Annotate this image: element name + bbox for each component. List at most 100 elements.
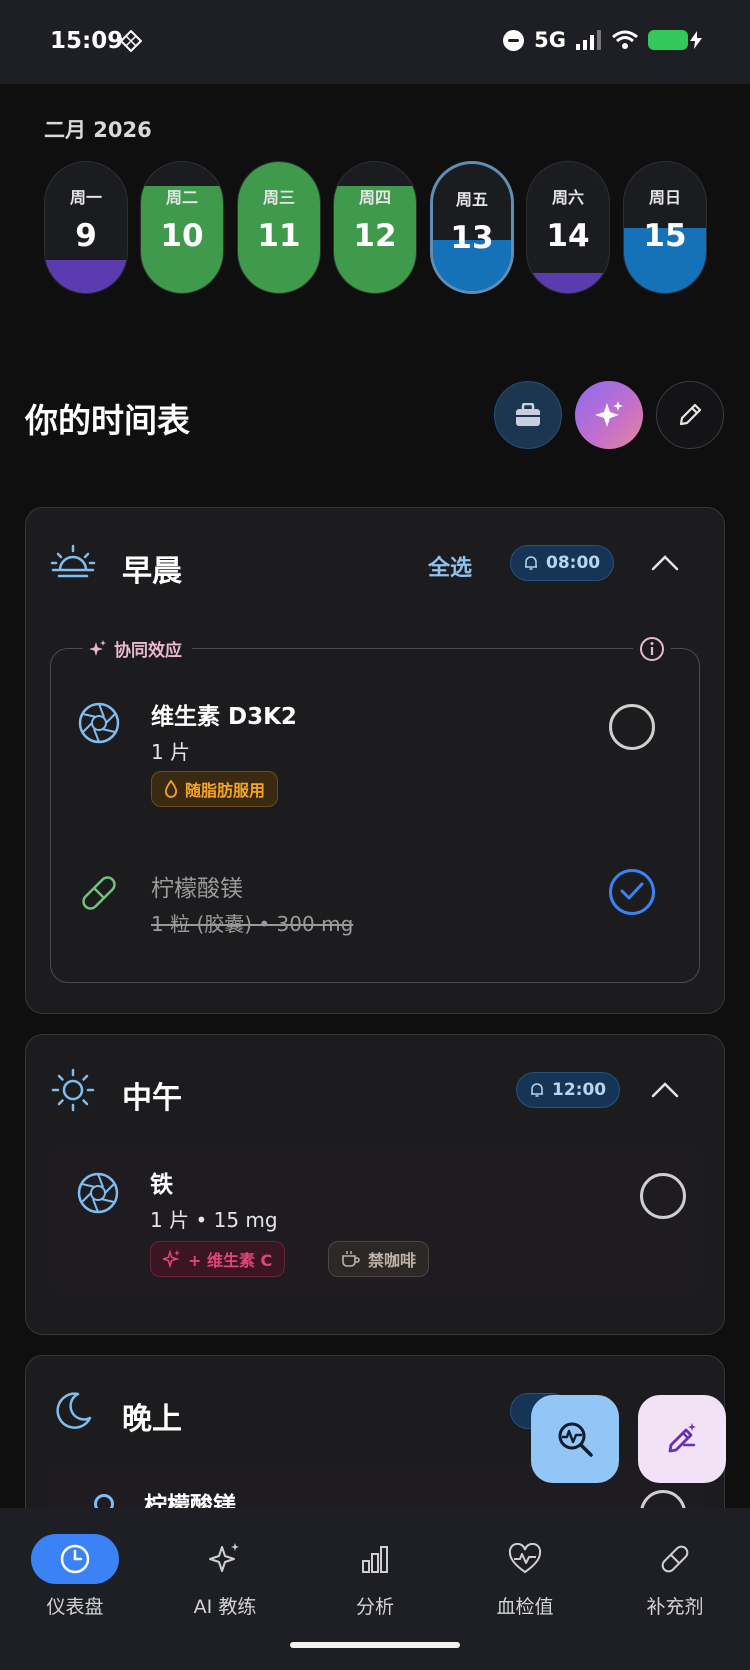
day-progress-fill bbox=[527, 273, 609, 293]
evening-header[interactable]: 晚上 bbox=[26, 1356, 724, 1466]
aperture-icon bbox=[78, 702, 120, 744]
day-number: 10 bbox=[160, 218, 204, 254]
day-pill-wed[interactable]: 周三 11 bbox=[237, 161, 321, 294]
supplement-name: 维生素 D3K2 bbox=[151, 704, 297, 730]
day-pill-sat[interactable]: 周六 14 bbox=[526, 161, 610, 294]
shopping-bag-icon bbox=[516, 403, 540, 426]
supplement-item[interactable]: 维生素 D3K2 1 片 随脂肪服用 bbox=[51, 649, 699, 819]
heart-pulse-icon bbox=[508, 1543, 542, 1574]
day-pill-tue[interactable]: 周二 10 bbox=[140, 161, 224, 294]
supplement-item[interactable]: 柠檬酸镁 1 粒 (胶囊) • 300 mg bbox=[51, 844, 699, 974]
pill-icon bbox=[661, 1545, 689, 1573]
supplement-name: 柠檬酸镁 bbox=[151, 876, 243, 902]
supplement-item[interactable]: 铁 1 片 • 15 mg + 维生素 C 禁咖啡 bbox=[50, 1145, 700, 1293]
ai-edit-fab[interactable] bbox=[638, 1395, 726, 1483]
day-name: 周六 bbox=[551, 188, 584, 207]
day-number: 14 bbox=[546, 218, 590, 254]
nav-ai-coach[interactable]: AI 教练 bbox=[150, 1526, 300, 1618]
nav-label: 分析 bbox=[355, 1596, 394, 1618]
supplement-dose: 1 片 • 15 mg bbox=[150, 1208, 278, 1232]
magic-pencil-icon bbox=[668, 1423, 696, 1453]
alarm-badge[interactable]: 08:00 bbox=[510, 545, 615, 581]
alarm-time: 08:00 bbox=[546, 553, 601, 573]
clock-icon bbox=[60, 1544, 90, 1574]
nav-blood-tests[interactable]: 血检值 bbox=[450, 1526, 600, 1618]
day-name: 周五 bbox=[455, 190, 488, 209]
sun-icon bbox=[51, 1068, 95, 1112]
day-pill-thu[interactable]: 周四 12 bbox=[333, 161, 417, 294]
nav-icon-wrap bbox=[481, 1534, 569, 1584]
morning-card: 早晨 全选 08:00 协同效应 维生素 D3K2 1 片 随脂肪服用 柠檬酸镁… bbox=[25, 507, 725, 1014]
ai-suggest-button[interactable] bbox=[575, 381, 643, 449]
day-name: 周四 bbox=[358, 188, 391, 207]
home-indicator bbox=[290, 1642, 460, 1648]
take-checkbox-checked[interactable] bbox=[609, 869, 655, 915]
chevron-up-icon[interactable] bbox=[650, 1079, 680, 1099]
search-pulse-icon bbox=[558, 1422, 593, 1457]
nav-icon-wrap bbox=[631, 1534, 719, 1584]
sparkles-icon bbox=[595, 401, 623, 427]
day-pill-fri[interactable]: 周五 13 bbox=[430, 161, 514, 294]
charging-icon bbox=[690, 31, 702, 49]
with-fat-tag: 随脂肪服用 bbox=[151, 771, 279, 807]
nav-analysis[interactable]: 分析 bbox=[300, 1526, 450, 1618]
day-pill-mon[interactable]: 周一 9 bbox=[44, 161, 128, 294]
edit-schedule-button[interactable] bbox=[656, 381, 724, 449]
supplement-name: 铁 bbox=[150, 1172, 173, 1198]
sunrise-icon bbox=[50, 544, 96, 578]
no-coffee-tag: 禁咖啡 bbox=[328, 1241, 430, 1277]
noon-header[interactable]: 中午 12:00 bbox=[26, 1035, 724, 1145]
day-name: 周日 bbox=[648, 188, 681, 207]
nav-icon-wrap bbox=[31, 1534, 119, 1584]
nav-label: 补充剂 bbox=[646, 1596, 704, 1618]
day-progress-fill bbox=[45, 260, 127, 293]
select-all-button[interactable]: 全选 bbox=[428, 550, 472, 582]
pencil-icon bbox=[679, 403, 702, 426]
aperture-icon bbox=[77, 1172, 119, 1214]
period-label: 中午 bbox=[122, 1081, 182, 1116]
shop-button[interactable] bbox=[494, 381, 562, 449]
day-name: 周三 bbox=[262, 188, 295, 207]
morning-header[interactable]: 早晨 全选 08:00 bbox=[26, 508, 724, 618]
battery-icon bbox=[648, 30, 688, 50]
bell-icon bbox=[525, 556, 537, 570]
day-number: 15 bbox=[643, 218, 687, 254]
nav-label: 仪表盘 bbox=[46, 1596, 104, 1618]
nav-dashboard[interactable]: 仪表盘 bbox=[0, 1526, 150, 1618]
wifi-icon bbox=[612, 30, 638, 49]
do-not-disturb-icon bbox=[503, 29, 525, 51]
bar-chart-icon bbox=[362, 1546, 388, 1573]
drop-icon bbox=[164, 780, 178, 798]
network-type: 5G bbox=[534, 28, 566, 52]
month-label: 二月 2026 bbox=[44, 118, 152, 142]
period-label: 早晨 bbox=[122, 554, 182, 589]
take-checkbox[interactable] bbox=[640, 1173, 686, 1219]
coffee-cup-icon bbox=[342, 1251, 360, 1267]
day-name: 周一 bbox=[69, 188, 102, 207]
week-strip: 周一 9 周二 10 周三 11 周四 12 周五 13 周六 14 周日 15 bbox=[44, 161, 708, 296]
alarm-time: 12:00 bbox=[552, 1080, 607, 1100]
tag-label: + 维生素 C bbox=[188, 1251, 273, 1270]
chevron-up-icon[interactable] bbox=[650, 552, 680, 572]
supplement-dose: 1 片 bbox=[151, 740, 191, 764]
take-checkbox[interactable] bbox=[609, 704, 655, 750]
status-bar: 15:09 5G bbox=[0, 0, 750, 84]
sparkle-icon bbox=[163, 1250, 180, 1268]
schedule-title: 你的时间表 bbox=[25, 401, 190, 440]
status-time: 15:09 bbox=[50, 28, 124, 54]
alarm-badge[interactable]: 12:00 bbox=[516, 1072, 621, 1108]
day-pill-sun[interactable]: 周日 15 bbox=[623, 161, 707, 294]
day-number: 13 bbox=[450, 220, 494, 256]
nav-label: AI 教练 bbox=[193, 1596, 257, 1618]
pill-icon bbox=[82, 876, 116, 910]
period-label: 晚上 bbox=[122, 1402, 182, 1437]
nav-supplements[interactable]: 补充剂 bbox=[600, 1526, 750, 1618]
bell-icon bbox=[531, 1083, 543, 1097]
sparkles-icon bbox=[209, 1543, 239, 1572]
app-notification-icon bbox=[120, 30, 142, 52]
check-icon bbox=[620, 882, 644, 900]
moon-icon bbox=[56, 1392, 92, 1429]
noon-card: 中午 12:00 铁 1 片 • 15 mg + 维生素 C 禁咖啡 bbox=[25, 1034, 725, 1335]
nav-label: 血检值 bbox=[496, 1596, 554, 1618]
analyze-fab[interactable] bbox=[531, 1395, 619, 1483]
